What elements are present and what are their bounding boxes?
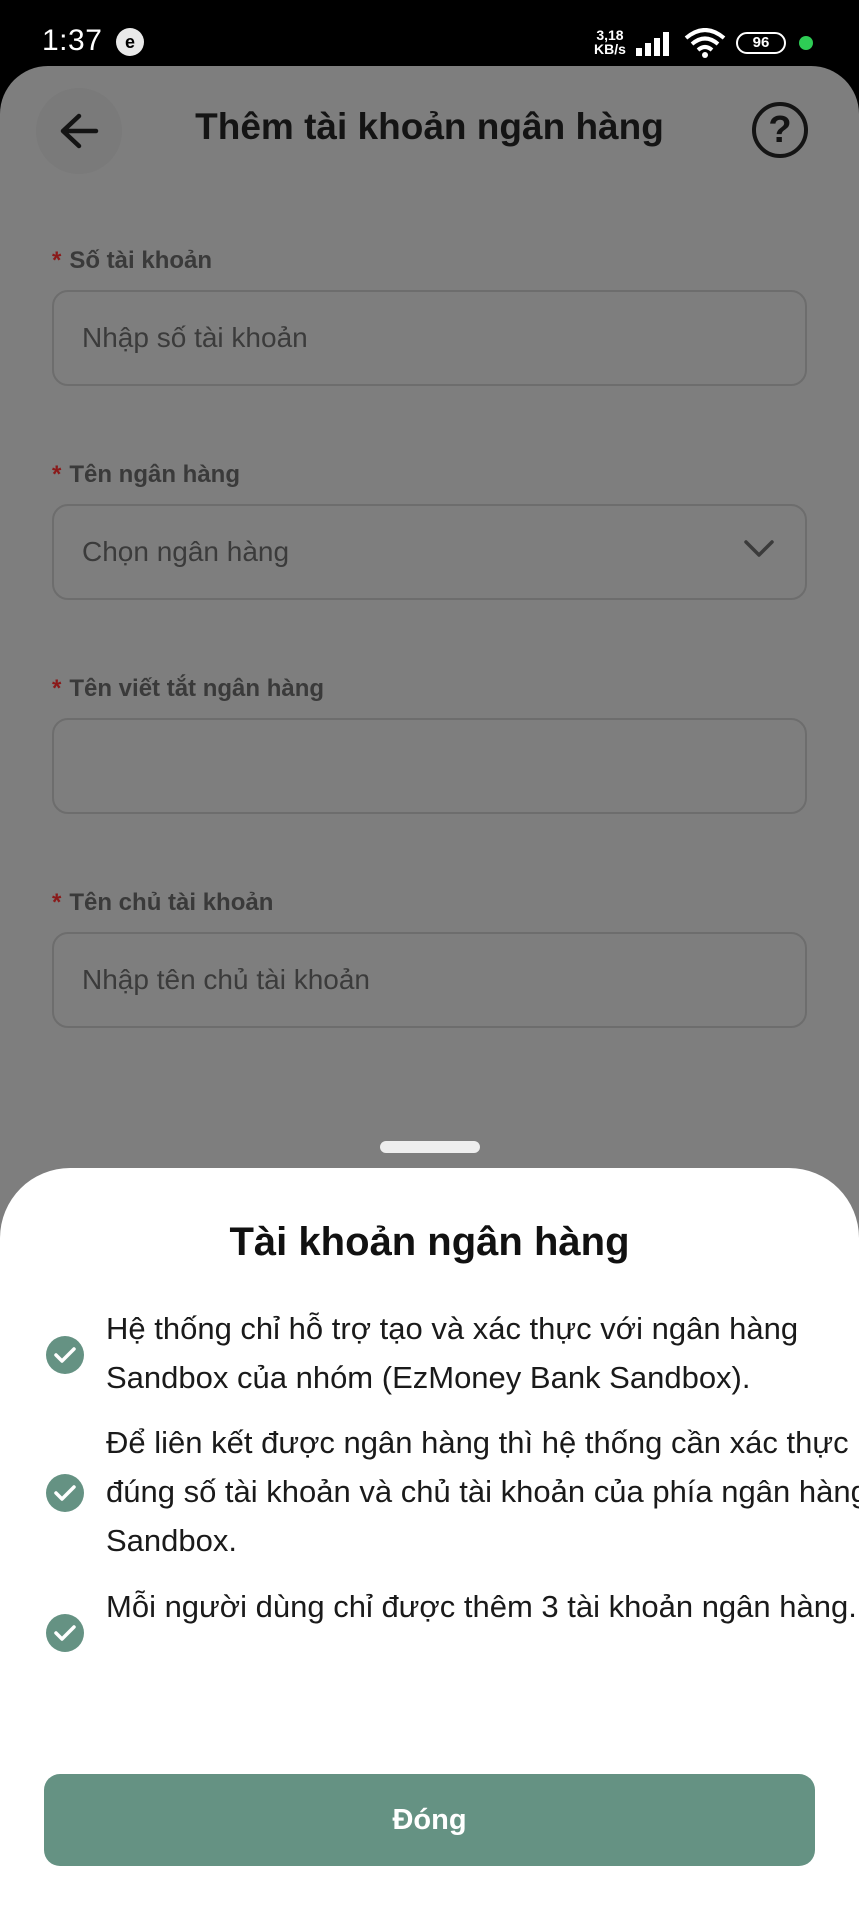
required-asterisk: *: [52, 889, 62, 916]
check-circle-icon: [46, 1614, 84, 1652]
notification-app-icon: e: [116, 28, 144, 56]
app-root: 1:37 e 3,18 KB/s 96 Thêm tài khoản ngân …: [0, 0, 859, 1908]
bank-name-label: * Tên ngân hàng: [52, 461, 241, 488]
info-item-text: Mỗi người dùng chỉ được thêm 3 tài khoản…: [106, 1589, 857, 1624]
bank-name-select[interactable]: Chọn ngân hàng: [52, 504, 807, 600]
account-holder-placeholder: Nhập tên chủ tài khoản: [82, 964, 370, 995]
info-item-text: Hệ thống chỉ hỗ trợ tạo và xác thực với …: [106, 1311, 799, 1395]
required-asterisk: *: [52, 247, 62, 274]
check-circle-icon: [46, 1474, 84, 1512]
bank-short-name-input[interactable]: [52, 718, 807, 814]
bank-name-placeholder: Chọn ngân hàng: [82, 536, 290, 567]
bank-account-info-sheet: Tài khoản ngân hàng Hệ thống chỉ hỗ trợ …: [0, 1168, 859, 1908]
wifi-icon: [684, 28, 726, 58]
account-number-label: * Số tài khoản: [52, 247, 213, 274]
help-button[interactable]: ?: [752, 102, 808, 158]
page-title: Thêm tài khoản ngân hàng: [195, 106, 664, 147]
sheet-drag-handle[interactable]: [380, 1141, 480, 1153]
network-speed: 3,18 KB/s: [594, 28, 626, 56]
help-icon: ?: [768, 109, 792, 151]
info-item: Mỗi người dùng chỉ được thêm 3 tài khoản…: [46, 1582, 857, 1682]
close-button[interactable]: Đóng: [44, 1774, 815, 1866]
required-asterisk: *: [52, 461, 62, 488]
battery-icon: 96: [736, 32, 786, 54]
privacy-indicator-dot: [799, 36, 813, 50]
account-holder-label: * Tên chủ tài khoản: [52, 889, 274, 916]
cell-signal-icon: [636, 32, 669, 56]
status-time: 1:37: [42, 24, 103, 57]
status-bar: 1:37 e 3,18 KB/s 96: [0, 0, 859, 66]
account-number-placeholder: Nhập số tài khoản: [82, 322, 308, 353]
check-circle-icon: [46, 1336, 84, 1374]
network-speed-value: 3,18: [596, 27, 624, 43]
required-asterisk: *: [52, 675, 62, 702]
account-holder-input[interactable]: Nhập tên chủ tài khoản: [52, 932, 807, 1028]
chevron-down-icon: [744, 540, 774, 557]
bank-short-name-label: * Tên viết tắt ngân hàng: [52, 675, 325, 702]
info-item-text: Để liên kết được ngân hàng thì hệ thống …: [106, 1425, 859, 1558]
network-speed-unit: KB/s: [594, 41, 626, 57]
info-item: Hệ thống chỉ hỗ trợ tạo và xác thực với …: [46, 1304, 826, 1404]
account-number-input[interactable]: Nhập số tài khoản: [52, 290, 807, 386]
info-item: Để liên kết được ngân hàng thì hệ thống …: [46, 1418, 859, 1568]
sheet-title: Tài khoản ngân hàng: [229, 1220, 630, 1264]
